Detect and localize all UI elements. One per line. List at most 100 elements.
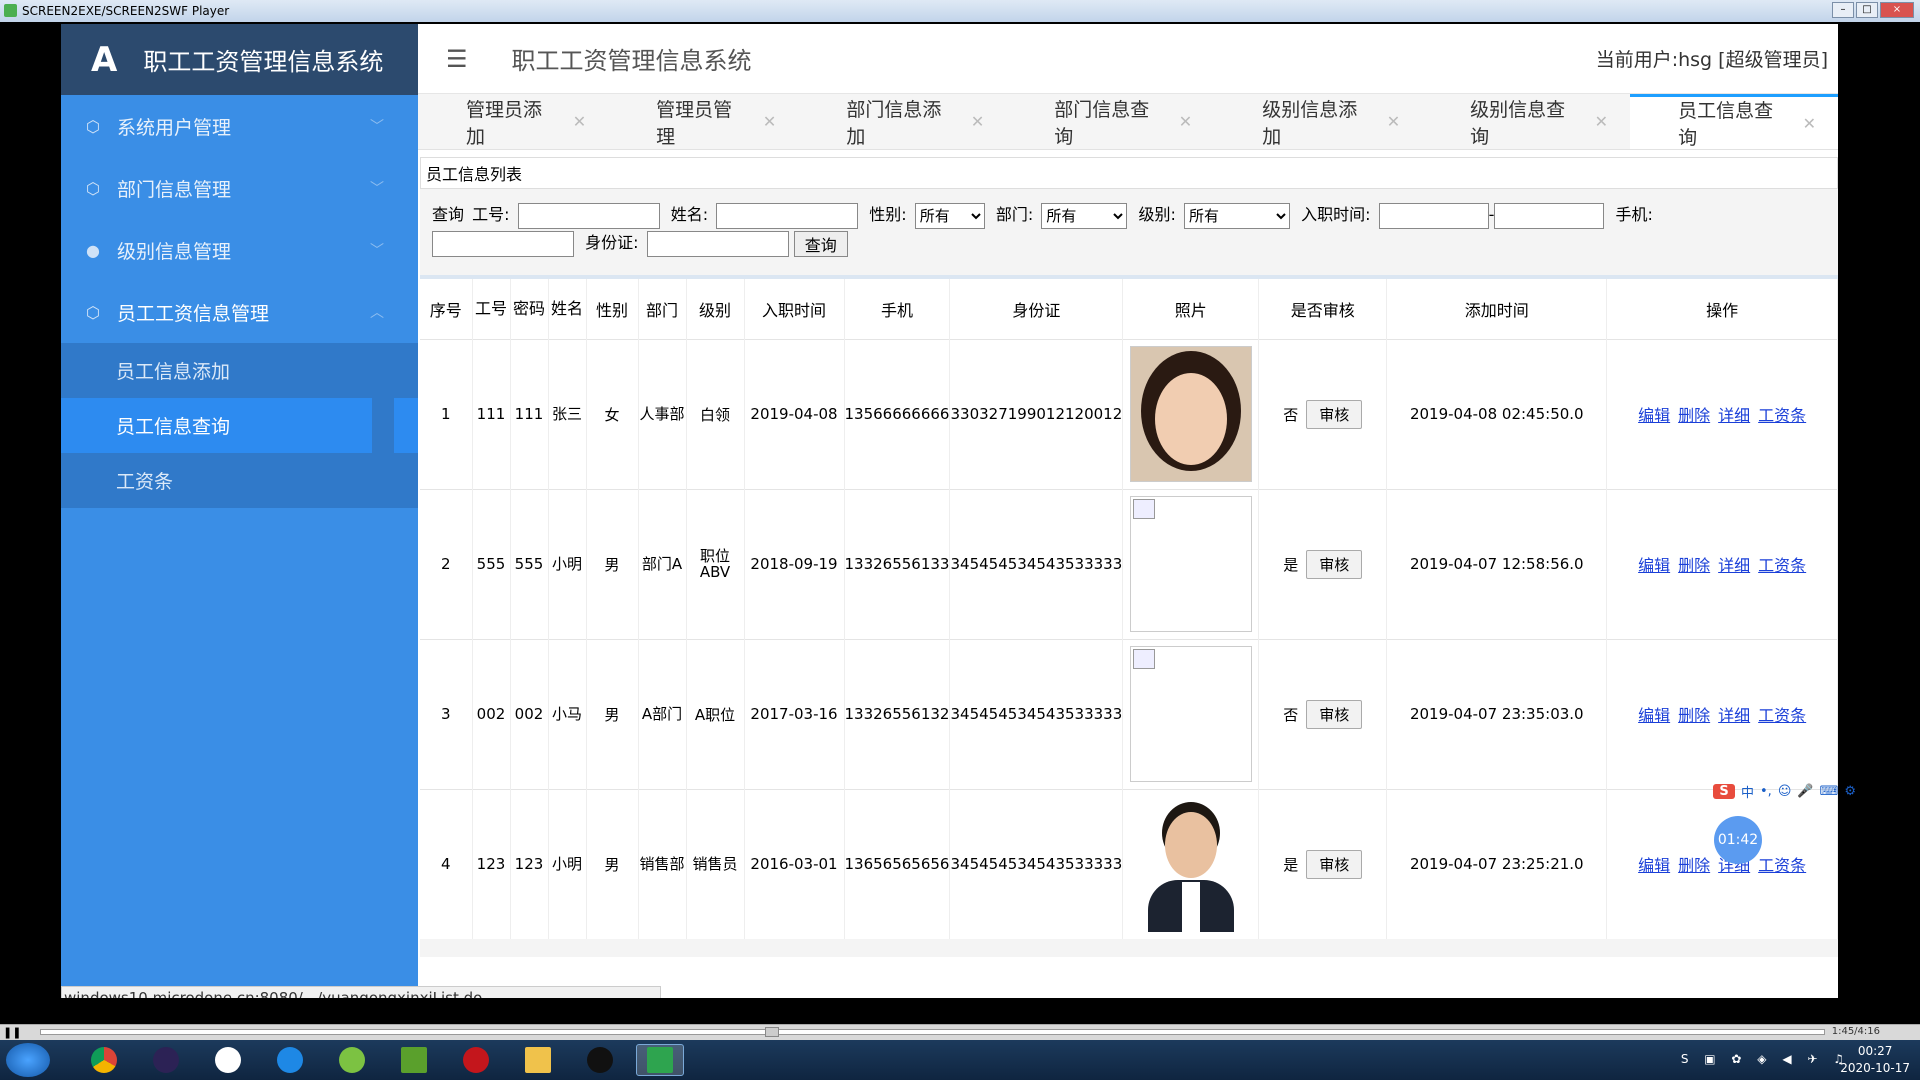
menu-employee-salary[interactable]: ⬡ 员工工资信息管理 ︿ [61,281,418,343]
menu-system-users[interactable]: ⬡ 系统用户管理 ﹀ [61,95,418,157]
audit-button[interactable]: 审核 [1306,399,1363,429]
qq-icon[interactable] [576,1044,624,1076]
menu-department[interactable]: ⬡ 部门信息管理 ﹀ [61,157,418,219]
audit-button[interactable]: 审核 [1306,549,1363,579]
cell-level: 销售员 [686,788,745,939]
col-idcard: 身份证 [949,279,1124,339]
screen2exe-player-icon[interactable] [636,1044,684,1076]
tab-label: 级别信息查询 [1470,98,1566,148]
close-icon[interactable]: ✕ [1595,112,1608,131]
cell-phone: 13326556132 [844,638,951,789]
keyboard-icon[interactable]: ⌨ [1820,784,1839,799]
taskbar-clock[interactable]: 00:27 2020-10-17 [1840,1043,1910,1077]
close-icon[interactable]: ✕ [573,112,586,131]
pause-icon[interactable]: ❚❚ [3,1026,21,1039]
edit-link[interactable]: 编辑 [1638,856,1670,875]
payslip-link[interactable]: 工资条 [1758,706,1806,725]
close-icon[interactable]: ✕ [1179,112,1192,131]
baidu-netdisk-icon[interactable] [204,1044,252,1076]
phone-input[interactable] [432,230,574,257]
tab-dept-query[interactable]: 部门信息查询 ✕ [1006,94,1214,149]
edit-link[interactable]: 编辑 [1638,706,1670,725]
sogou-ime-icon[interactable]: S [1713,783,1735,799]
player-progress-bar[interactable]: ❚❚ 1:45/4:16 [0,1024,1920,1040]
gender-select[interactable]: 所有 [914,202,985,229]
join-date-end-input[interactable] [1494,202,1605,229]
submenu-employee-query[interactable]: 员工信息查询 [61,398,418,453]
tab-dept-add[interactable]: 部门信息添加 ✕ [798,94,1006,149]
tab-admin-add[interactable]: 管理员添加 ✕ [418,94,608,149]
progress-track[interactable] [40,1029,1825,1035]
col-no: 序号 [420,279,473,339]
chrome-icon[interactable] [80,1044,128,1076]
microphone-icon[interactable]: 🎤 [1797,784,1813,799]
delete-link[interactable]: 删除 [1678,856,1710,875]
cell-no: 3 [420,638,473,789]
minimize-button[interactable]: – [1832,2,1854,18]
leaf-app-icon[interactable] [328,1044,376,1076]
emoji-icon[interactable]: ☺ [1778,784,1792,799]
delete-link[interactable]: 删除 [1678,406,1710,425]
file-explorer-icon[interactable] [514,1044,562,1076]
payslip-link[interactable]: 工资条 [1758,406,1806,425]
cube-icon: ⬡ [86,302,100,322]
cell-password: 123 [510,788,549,939]
close-button[interactable]: × [1880,2,1914,18]
delete-link[interactable]: 删除 [1678,706,1710,725]
panel-title: 员工信息列表 [420,157,1838,189]
level-label: 级别: [1138,205,1176,224]
maximize-button[interactable]: □ [1856,2,1878,18]
submenu-employee-add[interactable]: 员工信息添加 [61,343,418,398]
close-icon[interactable]: ✕ [763,112,776,131]
detail-link[interactable]: 详细 [1718,706,1750,725]
col-gonghao: 工号 [472,279,511,339]
punctuation-icon[interactable]: •, [1760,784,1772,799]
flash-icon[interactable] [452,1044,500,1076]
eclipse-icon[interactable] [142,1044,190,1076]
join-date-start-input[interactable] [1378,202,1489,229]
tab-level-add[interactable]: 级别信息添加 ✕ [1214,94,1422,149]
gonghao-input[interactable] [517,202,660,229]
current-user[interactable]: 当前用户:hsg [超级管理员] [1596,45,1828,72]
progress-knob[interactable] [765,1027,779,1037]
cell-phone: 13566666666 [844,338,951,489]
dept-select[interactable]: 所有 [1041,202,1128,229]
tab-bar: 管理员添加 ✕ 管理员管理 ✕ 部门信息添加 ✕ 部门信息查询 ✕ 级别信息添加 ✕ 级别… [418,94,1838,150]
tab-admin-manage[interactable]: 管理员管理 ✕ [608,94,798,149]
close-icon[interactable]: ✕ [1803,114,1816,133]
detail-link[interactable]: 详细 [1718,406,1750,425]
tab-level-query[interactable]: 级别信息查询 ✕ [1422,94,1630,149]
audit-button[interactable]: 审核 [1306,849,1363,879]
clock-time: 00:27 [1857,1044,1893,1058]
start-button-icon[interactable] [6,1043,50,1077]
payslip-link[interactable]: 工资条 [1758,856,1806,875]
system-tray[interactable]: S ▣ ✿ ◈ ◀ ✈ ♫ [1681,1052,1850,1066]
close-icon[interactable]: ✕ [971,112,984,131]
close-icon[interactable]: ✕ [1387,112,1400,131]
ime-lang[interactable]: 中 [1741,782,1754,801]
cell-photo [1122,338,1260,489]
taskbar: S ▣ ✿ ◈ ◀ ✈ ♫ 00:27 2020-10-17 [0,1040,1920,1080]
detail-link[interactable]: 详细 [1718,556,1750,575]
edit-link[interactable]: 编辑 [1638,406,1670,425]
settings-icon[interactable]: ⚙ [1844,784,1856,799]
level-select[interactable]: 所有 [1183,202,1290,229]
tab-employee-query[interactable]: 员工信息查询 ✕ [1630,94,1838,149]
edit-link[interactable]: 编辑 [1638,556,1670,575]
submenu-payslip[interactable]: 工资条 [61,453,418,508]
payslip-link[interactable]: 工资条 [1758,556,1806,575]
chevron-down-icon: ﹀ [370,243,384,259]
chart-app-icon[interactable] [390,1044,438,1076]
name-input[interactable] [716,202,859,229]
cell-password: 002 [510,638,549,789]
audit-button[interactable]: 审核 [1306,699,1363,729]
delete-link[interactable]: 删除 [1678,556,1710,575]
idcard-input[interactable] [646,230,789,257]
cell-join: 2018-09-19 [744,488,845,639]
chevron-up-icon: ︿ [370,305,384,321]
browser-icon[interactable] [266,1044,314,1076]
search-button[interactable]: 查询 [793,230,848,257]
table-row: 3 002 002 小马 男 A部门 A职位 2017-03-16 133265… [420,638,1838,789]
menu-level[interactable]: ● 级别信息管理 ﹀ [61,219,418,281]
menu-toggle-icon[interactable]: ☰ [446,45,468,73]
